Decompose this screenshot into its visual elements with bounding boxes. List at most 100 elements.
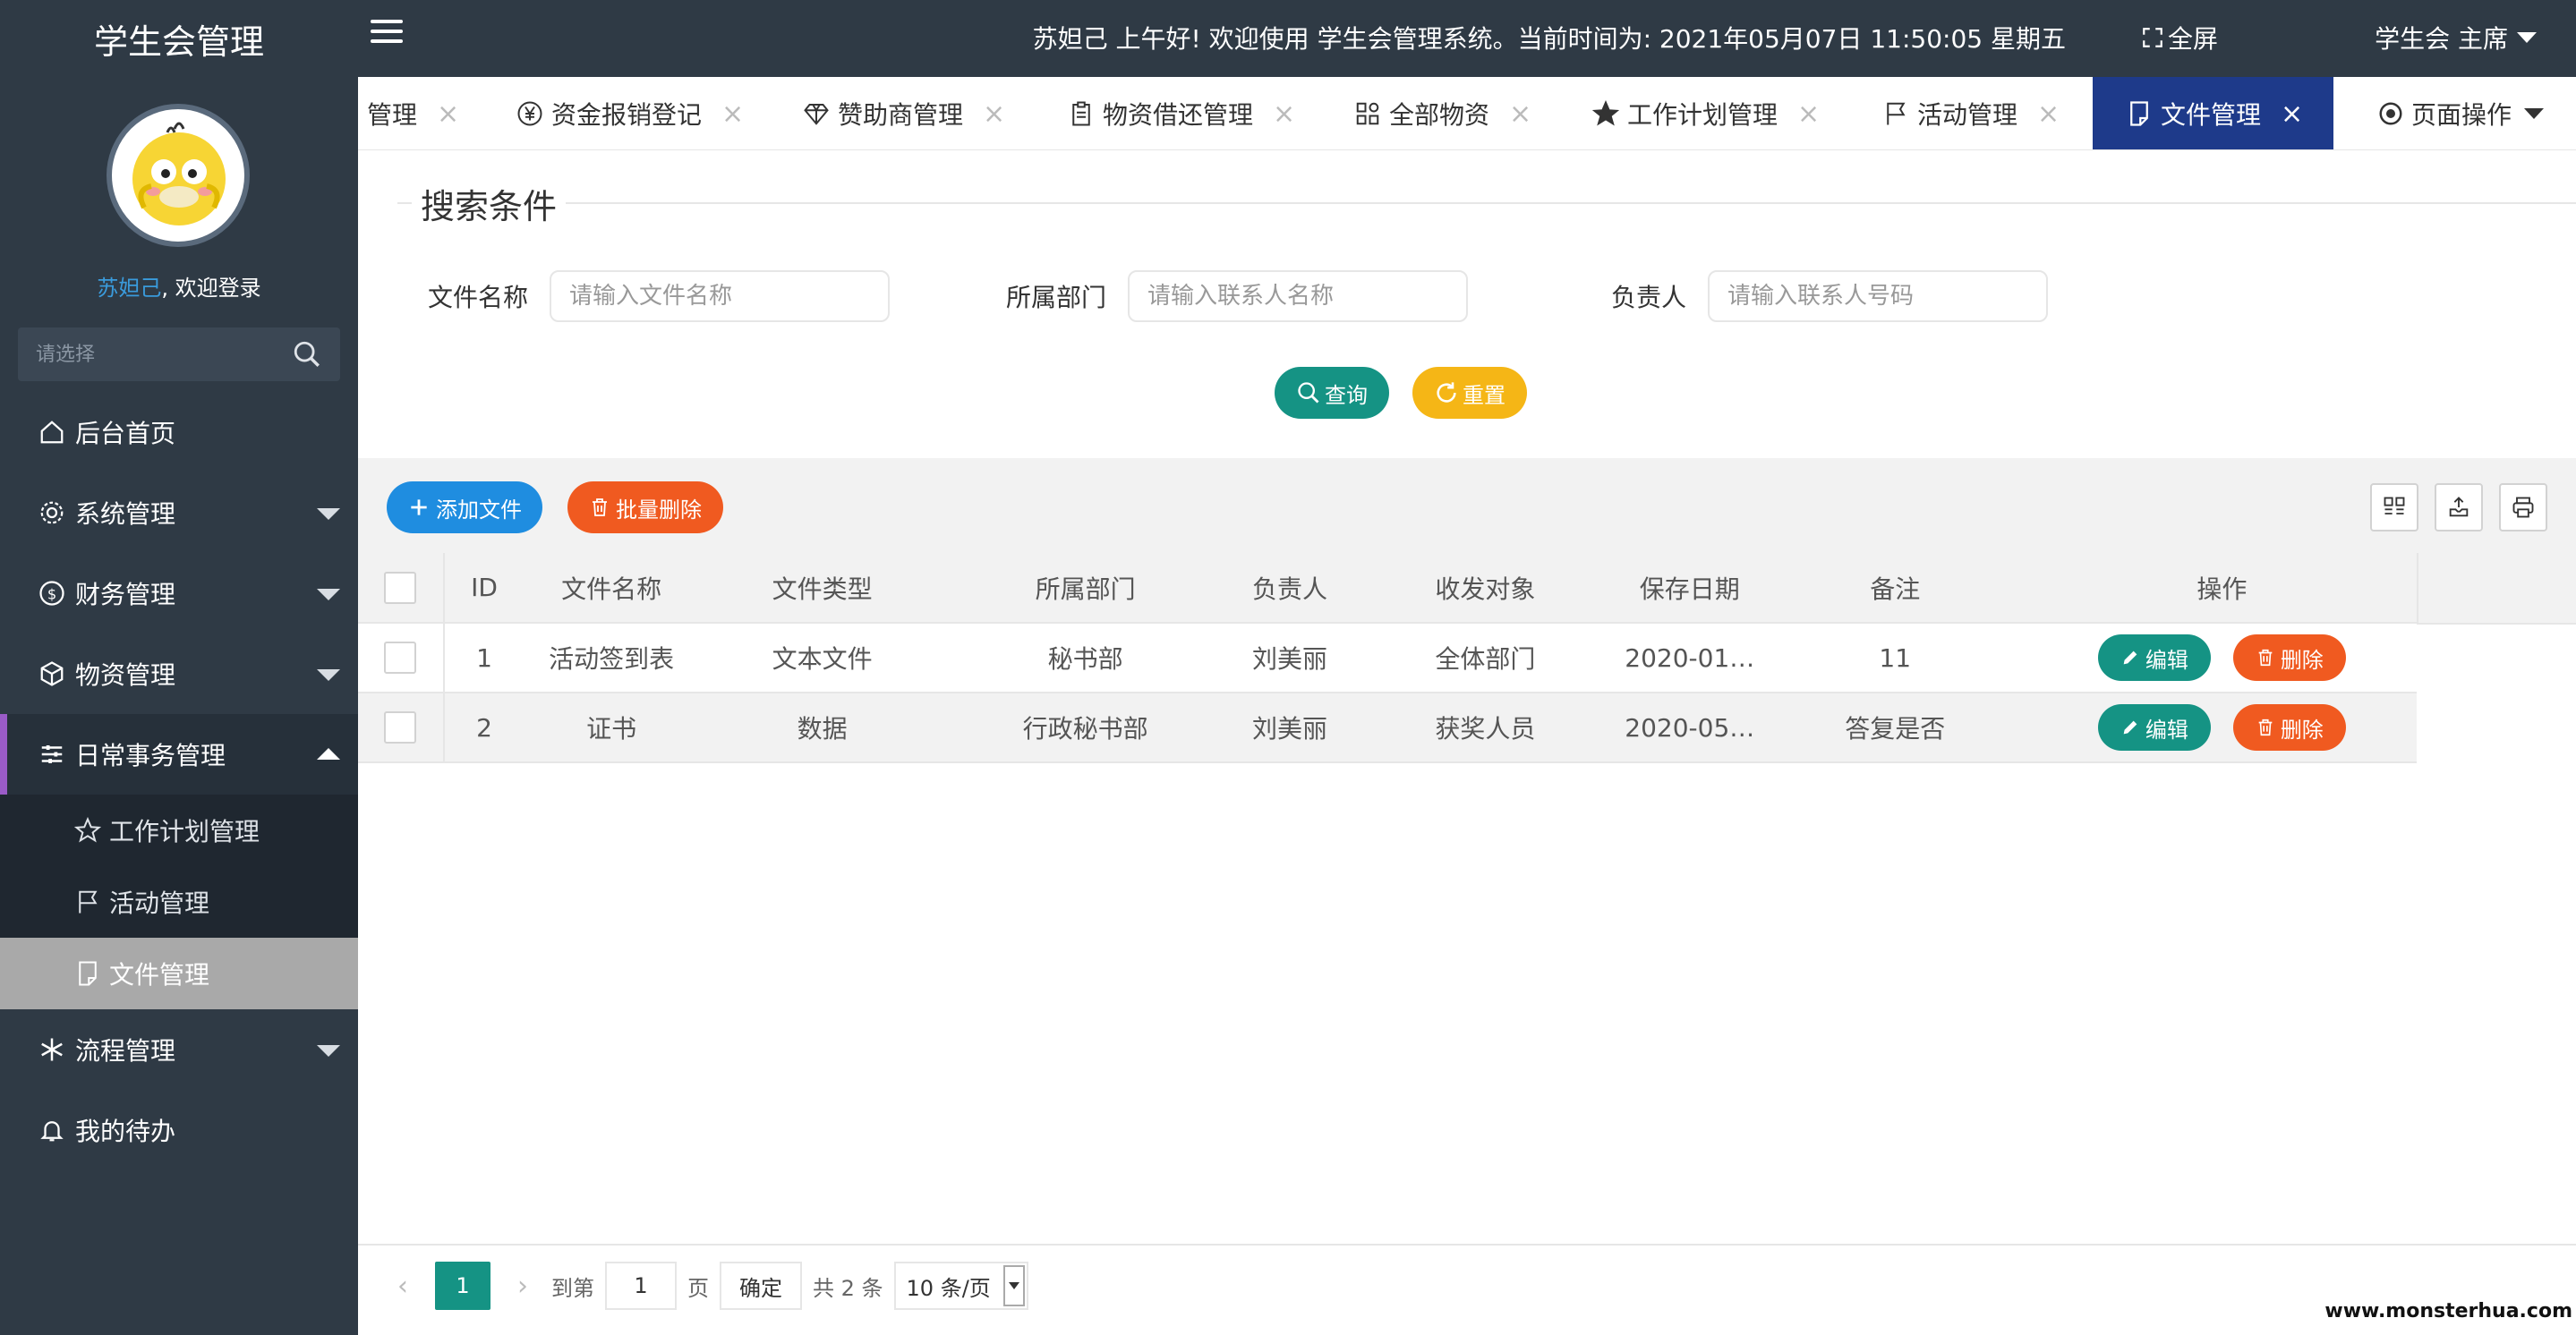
sidebar-item-daily-affairs[interactable]: 日常事务管理: [0, 714, 358, 795]
fullscreen-button[interactable]: 全屏: [2141, 20, 2218, 55]
page-size-select[interactable]: 10 条/页: [893, 1262, 1028, 1310]
pencil-icon: [2123, 720, 2137, 735]
duck-avatar-icon: [132, 122, 226, 225]
tab-label: 赞助商管理: [838, 100, 964, 130]
file-icon: [2123, 98, 2155, 130]
sidebar-item-process[interactable]: 流程管理: [0, 1009, 358, 1090]
sidebar-search-input[interactable]: [36, 343, 292, 366]
filename-input[interactable]: [550, 270, 891, 322]
sidebar-item-system[interactable]: 系统管理: [0, 472, 358, 553]
search-panel: 搜索条件 文件名称 所属部门 负责人 查询 重置: [358, 150, 2576, 458]
tab-files[interactable]: 文件管理 ×: [2093, 77, 2334, 149]
prev-page-button[interactable]: ‹: [385, 1271, 421, 1302]
edit-button[interactable]: 编辑: [2097, 634, 2211, 681]
department-field: 所属部门: [1006, 270, 1469, 322]
page-operations-menu[interactable]: 页面操作: [2377, 77, 2544, 149]
column-header[interactable]: 负责人: [1225, 553, 1354, 624]
close-icon[interactable]: ×: [1797, 98, 1820, 130]
close-icon[interactable]: ×: [721, 98, 744, 130]
column-header[interactable]: 收发对象: [1353, 553, 1616, 624]
select-all-checkbox[interactable]: [384, 571, 417, 604]
table-row[interactable]: 2 证书 数据 行政秘书部 刘美丽 获奖人员 2020-05… 答复是否 编辑 …: [358, 693, 2417, 763]
tab-all-materials[interactable]: 全部物资 ×: [1352, 77, 1531, 149]
sidebar-item-todo[interactable]: 我的待办: [0, 1090, 358, 1170]
page-number-input[interactable]: [605, 1262, 677, 1310]
cell-owner: 刘美丽: [1225, 623, 1354, 693]
current-page[interactable]: 1: [435, 1262, 490, 1310]
caret-down-icon: [2524, 108, 2544, 119]
avatar[interactable]: [107, 104, 250, 247]
tab-work-plan[interactable]: 工作计划管理 ×: [1590, 77, 1820, 149]
edit-button[interactable]: 编辑: [2097, 704, 2211, 751]
chevron-down-icon: [317, 589, 340, 600]
cell-save-date: 2020-01…: [1616, 623, 1763, 693]
close-icon[interactable]: ×: [2037, 98, 2060, 130]
dollar-icon: $: [36, 577, 68, 609]
cell-save-date: 2020-05…: [1616, 693, 1763, 763]
cell-remark: 11: [1762, 623, 2027, 693]
export-button[interactable]: [2435, 483, 2483, 531]
column-header[interactable]: 所属部门: [945, 553, 1226, 624]
next-page-button[interactable]: ›: [505, 1271, 541, 1302]
delete-button[interactable]: 删除: [2232, 704, 2346, 751]
batch-delete-label: 批量删除: [616, 497, 702, 523]
dropdown-arrow-icon[interactable]: [1002, 1265, 1025, 1306]
batch-delete-button[interactable]: 批量删除: [567, 481, 723, 533]
cell-filename: 证书: [524, 693, 700, 763]
sidebar-item-activity[interactable]: 活动管理: [0, 866, 358, 938]
chevron-down-icon: [317, 508, 340, 520]
row-checkbox[interactable]: [384, 711, 417, 744]
sidebar-item-files[interactable]: 文件管理: [0, 938, 358, 1009]
columns-icon: [2384, 497, 2405, 514]
close-icon[interactable]: ×: [1509, 98, 1531, 130]
columns-filter-button[interactable]: [2370, 483, 2418, 531]
cell-owner: 刘美丽: [1225, 693, 1354, 763]
row-select-cell: [358, 623, 445, 693]
tab-label: 物资借还管理: [1103, 100, 1254, 130]
sidebar-item-work-plan[interactable]: 工作计划管理: [0, 795, 358, 866]
trash-icon: [593, 498, 607, 516]
reset-button[interactable]: 重置: [1412, 367, 1527, 419]
tab-activity[interactable]: 活动管理 ×: [1880, 77, 2060, 149]
column-header[interactable]: 文件名称: [524, 553, 700, 624]
tab-borrow[interactable]: 物资借还管理 ×: [1065, 77, 1295, 149]
sidebar-item-materials[interactable]: 物资管理: [0, 633, 358, 714]
search-icon[interactable]: [292, 339, 322, 370]
sidebar-item-finance[interactable]: $ 财务管理: [0, 553, 358, 633]
row-checkbox[interactable]: [384, 642, 417, 674]
department-input[interactable]: [1128, 270, 1469, 322]
column-header[interactable]: 保存日期: [1616, 553, 1763, 624]
close-icon[interactable]: ×: [1273, 98, 1295, 130]
sidebar-item-home[interactable]: 后台首页: [0, 392, 358, 472]
print-button[interactable]: [2499, 483, 2547, 531]
sidebar-item-label: 后台首页: [75, 419, 176, 448]
close-icon[interactable]: ×: [2281, 98, 2303, 130]
tab-label: 资金报销登记: [551, 100, 703, 130]
add-file-label: 添加文件: [436, 497, 522, 523]
goto-confirm-button[interactable]: 确定: [720, 1262, 802, 1310]
menu-toggle-icon[interactable]: [371, 20, 403, 52]
table-row[interactable]: 1 活动签到表 文本文件 秘书部 刘美丽 全体部门 2020-01… 11 编辑…: [358, 623, 2417, 693]
column-header[interactable]: 文件类型: [699, 553, 946, 624]
column-header[interactable]: 备注: [1762, 553, 2027, 624]
tab-reimbursement[interactable]: 资金报销登记 ×: [514, 77, 744, 149]
user-menu[interactable]: 学生会 主席: [2375, 20, 2537, 55]
column-header[interactable]: ID: [443, 553, 525, 624]
user-name[interactable]: 苏妲己: [97, 276, 161, 301]
delete-button[interactable]: 删除: [2232, 634, 2346, 681]
tab-partial[interactable]: 管理 ×: [367, 77, 459, 149]
cell-id: 2: [443, 693, 525, 763]
close-icon[interactable]: ×: [983, 98, 1005, 130]
query-button[interactable]: 查询: [1275, 367, 1389, 419]
delete-label: 删除: [2280, 647, 2324, 673]
add-file-button[interactable]: 添加文件: [387, 481, 542, 533]
filename-label: 文件名称: [428, 283, 529, 312]
file-icon: [72, 957, 104, 990]
close-icon[interactable]: ×: [437, 98, 459, 130]
tab-sponsor[interactable]: 赞助商管理 ×: [800, 77, 1005, 149]
expand-icon: [2143, 28, 2162, 47]
delete-label: 删除: [2280, 717, 2324, 743]
sidebar-search[interactable]: [18, 327, 340, 381]
owner-input[interactable]: [1708, 270, 2049, 322]
sliders-icon: [36, 738, 68, 770]
